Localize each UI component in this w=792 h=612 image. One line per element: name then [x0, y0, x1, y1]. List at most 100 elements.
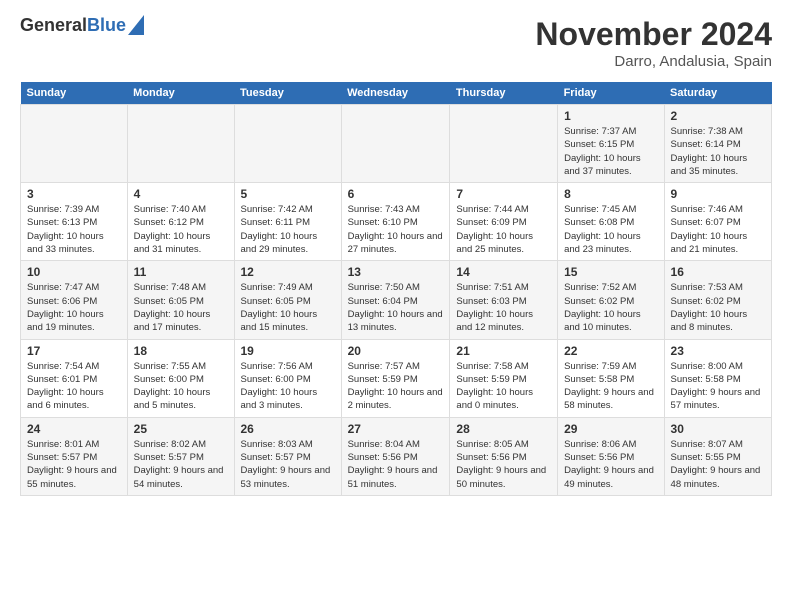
logo: GeneralBlue: [20, 16, 144, 36]
day-number: 15: [564, 265, 657, 279]
day-number: 28: [456, 422, 551, 436]
day-number: 10: [27, 265, 121, 279]
day-info: Sunrise: 7:40 AM Sunset: 6:12 PM Dayligh…: [134, 203, 228, 256]
header-tuesday: Tuesday: [234, 82, 341, 105]
header-monday: Monday: [127, 82, 234, 105]
day-number: 11: [134, 265, 228, 279]
cell-week2-day3: 6 Sunrise: 7:43 AM Sunset: 6:10 PM Daylig…: [341, 183, 450, 261]
day-info: Sunrise: 7:52 AM Sunset: 6:02 PM Dayligh…: [564, 281, 657, 334]
logo-icon: [128, 15, 144, 35]
day-number: 22: [564, 344, 657, 358]
cell-week4-day5: 22 Sunrise: 7:59 AM Sunset: 5:58 PM Dayli…: [558, 339, 664, 417]
day-number: 23: [671, 344, 765, 358]
week-row-1: 1Sunrise: 7:37 AM Sunset: 6:15 PM Daylig…: [21, 105, 772, 183]
day-number: 16: [671, 265, 765, 279]
day-number: 26: [241, 422, 335, 436]
calendar-header-row: Sunday Monday Tuesday Wednesday Thursday…: [21, 82, 772, 105]
logo-general-text: GeneralBlue: [20, 16, 126, 36]
cell-week5-day4: 28 Sunrise: 8:05 AM Sunset: 5:56 PM Dayli…: [450, 417, 558, 495]
day-number: 20: [348, 344, 444, 358]
month-title: November 2024: [535, 16, 772, 53]
cell-week3-day4: 14 Sunrise: 7:51 AM Sunset: 6:03 PM Dayli…: [450, 261, 558, 339]
cell-week5-day5: 29 Sunrise: 8:06 AM Sunset: 5:56 PM Dayli…: [558, 417, 664, 495]
day-number: 3: [27, 187, 121, 201]
day-info: Sunrise: 7:51 AM Sunset: 6:03 PM Dayligh…: [456, 281, 551, 334]
cell-week2-day4: 7Sunrise: 7:44 AM Sunset: 6:09 PM Daylig…: [450, 183, 558, 261]
week-row-4: 17 Sunrise: 7:54 AM Sunset: 6:01 PM Dayli…: [21, 339, 772, 417]
day-info: Sunrise: 7:57 AM Sunset: 5:59 PM Dayligh…: [348, 360, 444, 413]
day-number: 17: [27, 344, 121, 358]
day-info: Sunrise: 7:39 AM Sunset: 6:13 PM Dayligh…: [27, 203, 121, 256]
week-row-5: 24 Sunrise: 8:01 AM Sunset: 5:57 PM Dayli…: [21, 417, 772, 495]
cell-week1-day5: 1Sunrise: 7:37 AM Sunset: 6:15 PM Daylig…: [558, 105, 664, 183]
cell-week3-day2: 12Sunrise: 7:49 AM Sunset: 6:05 PM Dayli…: [234, 261, 341, 339]
cell-week2-day1: 4Sunrise: 7:40 AM Sunset: 6:12 PM Daylig…: [127, 183, 234, 261]
day-info: Sunrise: 7:38 AM Sunset: 6:14 PM Dayligh…: [671, 125, 765, 178]
cell-week5-day0: 24 Sunrise: 8:01 AM Sunset: 5:57 PM Dayli…: [21, 417, 128, 495]
day-number: 8: [564, 187, 657, 201]
calendar-table: Sunday Monday Tuesday Wednesday Thursday…: [20, 82, 772, 496]
cell-week2-day6: 9 Sunrise: 7:46 AM Sunset: 6:07 PM Daylig…: [664, 183, 771, 261]
day-info: Sunrise: 7:45 AM Sunset: 6:08 PM Dayligh…: [564, 203, 657, 256]
day-info: Sunrise: 7:37 AM Sunset: 6:15 PM Dayligh…: [564, 125, 657, 178]
cell-week4-day4: 21 Sunrise: 7:58 AM Sunset: 5:59 PM Dayli…: [450, 339, 558, 417]
cell-week2-day0: 3 Sunrise: 7:39 AM Sunset: 6:13 PM Daylig…: [21, 183, 128, 261]
cell-week3-day5: 15 Sunrise: 7:52 AM Sunset: 6:02 PM Dayli…: [558, 261, 664, 339]
day-info: Sunrise: 7:54 AM Sunset: 6:01 PM Dayligh…: [27, 360, 121, 413]
day-info: Sunrise: 8:06 AM Sunset: 5:56 PM Dayligh…: [564, 438, 657, 491]
cell-week4-day0: 17 Sunrise: 7:54 AM Sunset: 6:01 PM Dayli…: [21, 339, 128, 417]
cell-week1-day3: [341, 105, 450, 183]
day-number: 9: [671, 187, 765, 201]
cell-week5-day6: 30 Sunrise: 8:07 AM Sunset: 5:55 PM Dayli…: [664, 417, 771, 495]
day-info: Sunrise: 8:02 AM Sunset: 5:57 PM Dayligh…: [134, 438, 228, 491]
cell-week5-day1: 25Sunrise: 8:02 AM Sunset: 5:57 PM Dayli…: [127, 417, 234, 495]
main-container: GeneralBlue November 2024 Darro, Andalus…: [0, 0, 792, 506]
day-number: 6: [348, 187, 444, 201]
cell-week3-day0: 10 Sunrise: 7:47 AM Sunset: 6:06 PM Dayli…: [21, 261, 128, 339]
cell-week2-day5: 8 Sunrise: 7:45 AM Sunset: 6:08 PM Daylig…: [558, 183, 664, 261]
day-info: Sunrise: 7:44 AM Sunset: 6:09 PM Dayligh…: [456, 203, 551, 256]
day-info: Sunrise: 8:04 AM Sunset: 5:56 PM Dayligh…: [348, 438, 444, 491]
cell-week5-day2: 26 Sunrise: 8:03 AM Sunset: 5:57 PM Dayli…: [234, 417, 341, 495]
day-number: 29: [564, 422, 657, 436]
day-number: 18: [134, 344, 228, 358]
day-info: Sunrise: 7:59 AM Sunset: 5:58 PM Dayligh…: [564, 360, 657, 413]
day-number: 30: [671, 422, 765, 436]
day-info: Sunrise: 8:05 AM Sunset: 5:56 PM Dayligh…: [456, 438, 551, 491]
day-number: 19: [241, 344, 335, 358]
day-info: Sunrise: 7:56 AM Sunset: 6:00 PM Dayligh…: [241, 360, 335, 413]
day-info: Sunrise: 7:43 AM Sunset: 6:10 PM Dayligh…: [348, 203, 444, 256]
day-info: Sunrise: 8:07 AM Sunset: 5:55 PM Dayligh…: [671, 438, 765, 491]
day-info: Sunrise: 7:58 AM Sunset: 5:59 PM Dayligh…: [456, 360, 551, 413]
cell-week5-day3: 27 Sunrise: 8:04 AM Sunset: 5:56 PM Dayli…: [341, 417, 450, 495]
week-row-3: 10 Sunrise: 7:47 AM Sunset: 6:06 PM Dayli…: [21, 261, 772, 339]
cell-week1-day6: 2Sunrise: 7:38 AM Sunset: 6:14 PM Daylig…: [664, 105, 771, 183]
cell-week1-day2: [234, 105, 341, 183]
day-number: 24: [27, 422, 121, 436]
day-number: 12: [241, 265, 335, 279]
day-info: Sunrise: 8:00 AM Sunset: 5:58 PM Dayligh…: [671, 360, 765, 413]
logo-text-block: GeneralBlue: [20, 16, 144, 36]
day-number: 27: [348, 422, 444, 436]
cell-week4-day6: 23 Sunrise: 8:00 AM Sunset: 5:58 PM Dayli…: [664, 339, 771, 417]
header: GeneralBlue November 2024 Darro, Andalus…: [20, 16, 772, 70]
day-info: Sunrise: 7:47 AM Sunset: 6:06 PM Dayligh…: [27, 281, 121, 334]
cell-week4-day1: 18 Sunrise: 7:55 AM Sunset: 6:00 PM Dayli…: [127, 339, 234, 417]
day-number: 14: [456, 265, 551, 279]
cell-week3-day6: 16Sunrise: 7:53 AM Sunset: 6:02 PM Dayli…: [664, 261, 771, 339]
header-friday: Friday: [558, 82, 664, 105]
cell-week4-day3: 20 Sunrise: 7:57 AM Sunset: 5:59 PM Dayli…: [341, 339, 450, 417]
day-info: Sunrise: 7:55 AM Sunset: 6:00 PM Dayligh…: [134, 360, 228, 413]
day-info: Sunrise: 7:50 AM Sunset: 6:04 PM Dayligh…: [348, 281, 444, 334]
cell-week3-day3: 13 Sunrise: 7:50 AM Sunset: 6:04 PM Dayli…: [341, 261, 450, 339]
day-number: 13: [348, 265, 444, 279]
location: Darro, Andalusia, Spain: [535, 53, 772, 70]
cell-week1-day0: [21, 105, 128, 183]
day-number: 5: [241, 187, 335, 201]
day-info: Sunrise: 8:03 AM Sunset: 5:57 PM Dayligh…: [241, 438, 335, 491]
day-info: Sunrise: 8:01 AM Sunset: 5:57 PM Dayligh…: [27, 438, 121, 491]
day-info: Sunrise: 7:46 AM Sunset: 6:07 PM Dayligh…: [671, 203, 765, 256]
day-number: 21: [456, 344, 551, 358]
header-saturday: Saturday: [664, 82, 771, 105]
cell-week4-day2: 19 Sunrise: 7:56 AM Sunset: 6:00 PM Dayli…: [234, 339, 341, 417]
